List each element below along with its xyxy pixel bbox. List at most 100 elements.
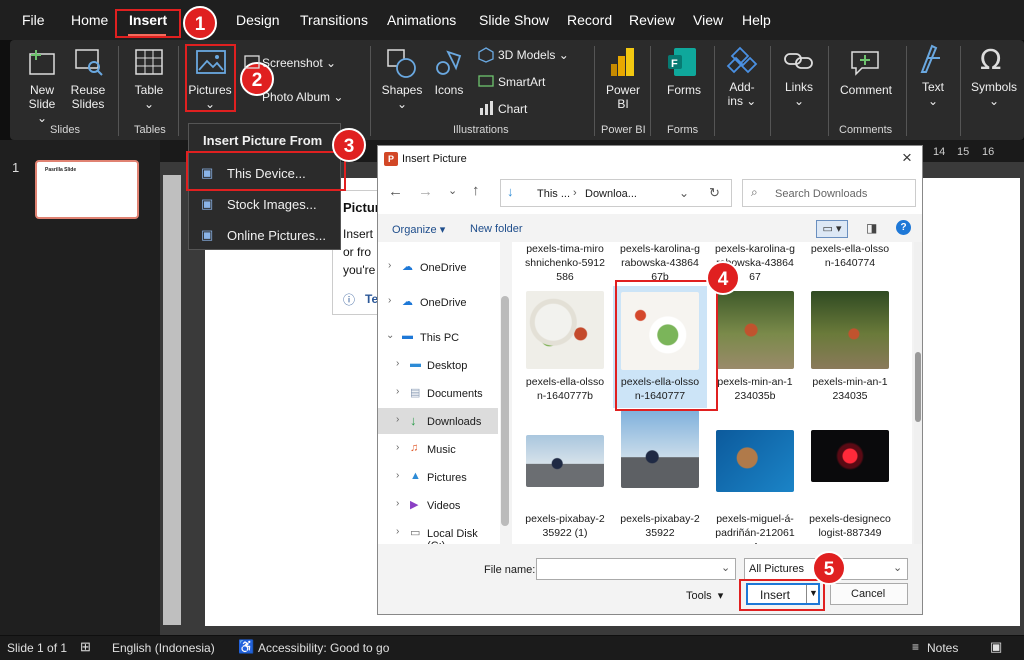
notes-button[interactable]: Notes: [927, 641, 958, 655]
photo-album-button[interactable]: Photo Album ⌄: [262, 90, 343, 104]
normal-view-icon[interactable]: ▣: [990, 639, 1002, 655]
tab-slide-show[interactable]: Slide Show: [479, 12, 549, 28]
tab-view[interactable]: View: [693, 12, 723, 28]
nav-item-pictures[interactable]: › ▲ Pictures: [378, 464, 498, 490]
text-button[interactable]: Text ⌄: [914, 80, 952, 108]
refresh-icon[interactable]: ↻: [709, 185, 720, 201]
tab-design[interactable]: Design: [236, 12, 280, 28]
comment-button[interactable]: Comment: [836, 83, 896, 97]
slide-thumbnail[interactable]: Pasrilla Slide: [35, 160, 139, 219]
nav-scrollbar[interactable]: [501, 296, 509, 526]
tab-review[interactable]: Review: [629, 12, 675, 28]
new-slide-icon[interactable]: [28, 48, 58, 81]
help-icon[interactable]: ⓘ: [343, 291, 355, 308]
tab-transitions[interactable]: Transitions: [300, 12, 368, 28]
power-bi-button[interactable]: Power BI: [602, 83, 644, 111]
tab-animations[interactable]: Animations: [387, 12, 456, 28]
file-caption[interactable]: pexels-ella-olsso n-1640774: [803, 242, 897, 270]
nav-item-local-disk[interactable]: › ▭ Local Disk (C:): [378, 520, 498, 544]
new-folder-button[interactable]: New folder: [470, 223, 523, 235]
file-item[interactable]: pexels-designeco logist-887349: [803, 420, 897, 540]
menu-item-stock-images[interactable]: ▣ Stock Images...: [189, 190, 342, 218]
cancel-button[interactable]: Cancel: [830, 583, 908, 605]
smartart-icon[interactable]: [478, 73, 494, 94]
tab-home[interactable]: Home: [71, 12, 108, 28]
chart-button[interactable]: Chart: [498, 102, 527, 116]
highlight-box-insert: [115, 9, 181, 38]
links-button[interactable]: Links ⌄: [780, 80, 818, 108]
reuse-slides-button[interactable]: Reuse Slides: [68, 83, 108, 111]
address-dropdown-icon[interactable]: ⌄: [679, 186, 689, 200]
tools-button[interactable]: Tools ▾: [686, 589, 723, 602]
tab-help[interactable]: Help: [742, 12, 771, 28]
forms-icon[interactable]: F: [666, 46, 698, 83]
add-ins-button[interactable]: Add-ins ⌄: [722, 80, 762, 108]
links-icon[interactable]: [784, 48, 814, 79]
screenshot-button[interactable]: Screenshot ⌄: [262, 56, 336, 70]
menu-item-online-pictures[interactable]: ▣ Online Pictures...: [189, 221, 342, 249]
comment-icon[interactable]: [850, 46, 882, 81]
screenshot-icon[interactable]: [244, 55, 260, 74]
language-indicator[interactable]: English (Indonesia): [112, 641, 215, 655]
chevron-down-icon[interactable]: ⌄: [721, 561, 730, 574]
recent-chevron-icon[interactable]: ⌄: [448, 184, 457, 197]
omega-icon[interactable]: Ω: [978, 43, 1008, 79]
file-item[interactable]: pexels-ella-olsso n-1640777b: [518, 286, 612, 406]
new-slide-button[interactable]: New Slide ⌄: [24, 83, 60, 125]
forms-button[interactable]: Forms: [664, 83, 704, 97]
nav-item-videos[interactable]: › ▶ Videos: [378, 492, 498, 518]
file-item[interactable]: pexels-min-an-1 234035b: [708, 286, 802, 406]
accessibility-status[interactable]: Accessibility: Good to go: [258, 641, 389, 655]
chart-icon[interactable]: [478, 100, 494, 121]
preview-pane-icon[interactable]: ◨: [866, 221, 877, 235]
tab-file[interactable]: File: [22, 12, 45, 28]
shapes-button[interactable]: Shapes ⌄: [380, 83, 424, 111]
view-options-button[interactable]: ▭ ▾: [816, 220, 848, 238]
up-arrow-icon[interactable]: ↑: [472, 182, 480, 199]
table-button[interactable]: Table ⌄: [130, 83, 168, 111]
forward-arrow-icon[interactable]: →: [418, 183, 433, 200]
smartart-button[interactable]: SmartArt: [498, 75, 545, 89]
nav-item-onedrive[interactable]: › ☁ OneDrive: [378, 254, 498, 280]
nav-item-downloads[interactable]: › ↓ Downloads: [378, 408, 498, 434]
file-item[interactable]: pexels-pixabay-2 35922 (1): [518, 420, 612, 540]
nav-item-this-pc[interactable]: ⌄ ▬ This PC: [378, 324, 498, 350]
ribbon-separator: [118, 46, 119, 136]
address-bar[interactable]: ↓ This ... › Downloa... ⌄ ↻: [500, 179, 732, 207]
reuse-slides-icon[interactable]: [74, 48, 104, 81]
tab-record[interactable]: Record: [567, 12, 612, 28]
add-ins-icon[interactable]: [726, 46, 758, 81]
text-icon[interactable]: [918, 44, 948, 79]
breadcrumb-this-pc[interactable]: This ...: [537, 188, 570, 200]
back-arrow-icon[interactable]: ←: [388, 183, 403, 200]
icons-button[interactable]: Icons: [432, 83, 466, 97]
caption-line: 4: [752, 541, 758, 544]
spellcheck-icon[interactable]: ⊞: [80, 639, 91, 655]
symbols-button[interactable]: Symbols ⌄: [968, 80, 1020, 108]
close-icon[interactable]: ×: [902, 148, 912, 168]
search-box[interactable]: ⌕ Search Downloads: [742, 179, 916, 207]
shapes-icon[interactable]: [386, 48, 418, 83]
help-icon[interactable]: ?: [896, 220, 911, 235]
nav-item-desktop[interactable]: › ▬ Desktop: [378, 352, 498, 378]
nav-item-documents[interactable]: › ▤ Documents: [378, 380, 498, 406]
3d-models-button[interactable]: 3D Models ⌄: [498, 48, 569, 62]
nav-item-music[interactable]: › ♫ Music: [378, 436, 498, 462]
file-name-input[interactable]: ⌄: [536, 558, 736, 580]
power-bi-icon[interactable]: [608, 46, 638, 83]
file-item[interactable]: pexels-miguel-á-padriñán-212061 4: [708, 420, 802, 544]
file-item[interactable]: pexels-pixabay-2 35922: [613, 410, 707, 540]
nav-item-onedrive-2[interactable]: › ☁ OneDrive: [378, 289, 498, 315]
organize-button[interactable]: Organize ▾: [392, 223, 445, 236]
file-caption[interactable]: pexels-karolina-g rabowska-43864 67b: [613, 242, 707, 284]
file-grid-scrollbar-thumb[interactable]: [915, 352, 921, 422]
3d-models-icon[interactable]: [478, 47, 494, 68]
file-item[interactable]: pexels-min-an-1 234035: [803, 286, 897, 406]
breadcrumb-downloads[interactable]: Downloa...: [585, 188, 637, 200]
table-icon[interactable]: [134, 48, 164, 81]
icons-icon[interactable]: [434, 48, 464, 83]
caption-line: 234035b: [734, 390, 776, 402]
ribbon-separator: [370, 46, 371, 136]
accessibility-icon[interactable]: ♿: [238, 639, 254, 655]
file-caption[interactable]: pexels-tima-miro shnichenko-5912 586: [518, 242, 612, 284]
